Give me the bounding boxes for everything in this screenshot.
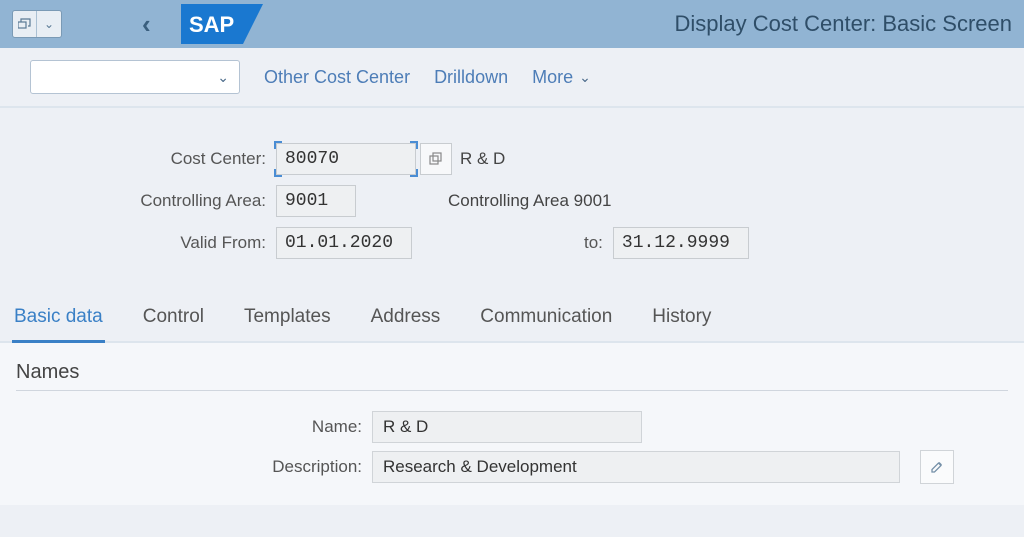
focus-bracket — [274, 169, 282, 177]
name-value: R & D — [383, 417, 428, 437]
names-section-title: Names — [16, 361, 1008, 384]
focus-bracket — [410, 169, 418, 177]
more-button[interactable]: More ⌄ — [532, 67, 591, 88]
drilldown-link[interactable]: Drilldown — [434, 67, 508, 88]
valid-from-row: Valid From: 01.01.2020 to: 31.12.9999 — [12, 222, 1012, 264]
toolbar: ⌄ Other Cost Center Drilldown More ⌄ — [0, 48, 1024, 108]
tab-templates[interactable]: Templates — [242, 294, 333, 343]
toolbar-dropdown[interactable]: ⌄ — [30, 60, 240, 94]
tab-basic-data[interactable]: Basic data — [12, 294, 105, 343]
name-label: Name: — [16, 417, 372, 437]
command-dropdown[interactable]: ⌄ — [37, 11, 61, 37]
valid-from-value: 01.01.2020 — [285, 233, 393, 253]
cost-center-text: R & D — [460, 149, 505, 169]
chevron-down-icon: ⌄ — [579, 69, 591, 86]
other-cost-center-link[interactable]: Other Cost Center — [264, 67, 410, 88]
edit-description-button[interactable] — [920, 450, 954, 484]
chevron-down-icon: ⌄ — [44, 17, 54, 31]
name-input[interactable]: R & D — [372, 411, 642, 443]
name-row: Name: R & D — [16, 407, 1008, 447]
valid-to-input[interactable]: 31.12.9999 — [613, 227, 749, 259]
svg-text:SAP: SAP — [189, 12, 234, 37]
names-section: Names Name: R & D Description: Research … — [0, 343, 1024, 505]
header-left: ⌄ — [12, 10, 62, 38]
controlling-area-row: Controlling Area: 9001 Controlling Area … — [12, 180, 1012, 222]
value-help-button[interactable] — [420, 143, 452, 175]
tab-address[interactable]: Address — [369, 294, 443, 343]
valid-from-label: Valid From: — [12, 233, 276, 253]
sap-logo: SAP — [181, 4, 263, 44]
tab-control[interactable]: Control — [141, 294, 206, 343]
cost-center-value: 80070 — [285, 149, 339, 169]
focus-bracket — [410, 141, 418, 149]
description-label: Description: — [16, 457, 372, 477]
more-label: More — [532, 67, 573, 88]
header-bar: ⌄ ‹ SAP Display Cost Center: Basic Scree… — [0, 0, 1024, 48]
cost-center-input[interactable]: 80070 — [276, 143, 416, 175]
valid-to-value: 31.12.9999 — [622, 233, 730, 253]
to-label: to: — [584, 233, 603, 253]
controlling-area-text: Controlling Area 9001 — [448, 191, 612, 211]
controlling-area-input[interactable]: 9001 — [276, 185, 356, 217]
focus-bracket — [274, 141, 282, 149]
form-area: Cost Center: 80070 R & D Controlling Are… — [0, 108, 1024, 294]
tabs-bar: Basic data Control Templates Address Com… — [0, 294, 1024, 343]
cost-center-field-wrapper: 80070 — [276, 143, 416, 175]
back-arrow[interactable]: ‹ — [142, 9, 151, 40]
cost-center-row: Cost Center: 80070 R & D — [12, 138, 1012, 180]
chevron-down-icon: ⌄ — [217, 69, 229, 86]
controlling-area-label: Controlling Area: — [12, 191, 276, 211]
page-title: Display Cost Center: Basic Screen — [675, 11, 1012, 37]
command-icon[interactable] — [13, 11, 37, 37]
description-input[interactable]: Research & Development — [372, 451, 900, 483]
command-field-group: ⌄ — [12, 10, 62, 38]
description-value: Research & Development — [383, 457, 577, 477]
controlling-area-value: 9001 — [285, 191, 328, 211]
pencil-icon — [930, 460, 944, 474]
valid-from-input[interactable]: 01.01.2020 — [276, 227, 412, 259]
cost-center-label: Cost Center: — [12, 149, 276, 169]
value-help-icon — [429, 152, 443, 166]
description-row: Description: Research & Development — [16, 447, 1008, 487]
tab-history[interactable]: History — [650, 294, 713, 343]
tab-communication[interactable]: Communication — [478, 294, 614, 343]
section-divider — [16, 390, 1008, 391]
